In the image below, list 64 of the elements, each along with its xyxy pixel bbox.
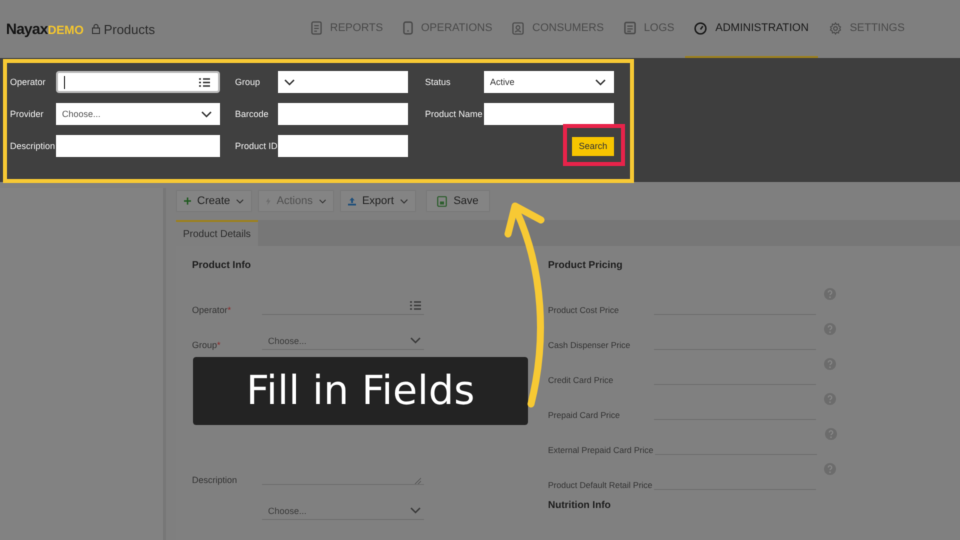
id-card-icon <box>512 22 524 34</box>
caret-icon <box>410 507 421 514</box>
section-heading: Product Info <box>192 260 252 273</box>
caret-icon <box>201 110 212 118</box>
field-label: Status <box>425 77 452 87</box>
dropdown-field[interactable]: Choose... <box>262 332 424 350</box>
input-field[interactable] <box>278 103 408 125</box>
caret-icon <box>410 337 421 344</box>
field-label: Product Name <box>425 109 484 119</box>
field-label: Product Cost Price <box>548 305 620 315</box>
field-label: Operator <box>10 77 47 87</box>
field-label: Group <box>235 77 262 87</box>
logo-text: Nayax <box>6 20 48 38</box>
help-icon[interactable] <box>824 358 836 370</box>
field-label: Description <box>192 475 238 485</box>
plus-icon <box>184 196 192 206</box>
resize-grip-icon <box>414 477 421 484</box>
dropdown-field[interactable] <box>278 71 408 93</box>
field-label: External Prepaid Card Price <box>548 445 654 455</box>
toolbar-button[interactable]: Create <box>176 190 252 212</box>
help-icon[interactable] <box>824 392 836 404</box>
tab[interactable]: Product Details <box>176 220 258 246</box>
field-label: Product Default Retail Price <box>548 480 652 490</box>
input-field[interactable] <box>278 135 408 157</box>
field-label: Prepaid Card Price <box>548 410 621 420</box>
help-icon[interactable] <box>824 462 836 474</box>
settings-icon <box>828 22 842 34</box>
field-label: Barcode <box>235 109 270 119</box>
toolbar-button[interactable]: Export <box>340 190 416 212</box>
list-icon <box>410 301 421 310</box>
document-icon <box>311 21 322 35</box>
help-icon[interactable] <box>825 428 838 440</box>
phone-icon <box>402 21 413 35</box>
input-field[interactable] <box>56 135 220 157</box>
logo-suffix-text: DEMO <box>48 22 84 36</box>
field-label: Cash Dispenser Price <box>548 340 632 350</box>
field-label: Group* <box>192 340 222 350</box>
toolbar-button[interactable]: Save <box>426 190 490 212</box>
highlight-box <box>563 124 625 166</box>
field-label: Product ID <box>235 141 278 151</box>
field-label: Credit Card Price <box>548 375 614 385</box>
dropdown-field[interactable]: Active <box>484 71 614 93</box>
help-icon[interactable] <box>824 322 836 334</box>
help-icon[interactable] <box>824 288 836 300</box>
section-heading: Nutrition Info <box>548 500 612 513</box>
field-label: Provider <box>10 109 45 119</box>
save-icon <box>437 196 448 206</box>
field-label: Description <box>10 141 56 151</box>
dropdown-field[interactable]: Choose... <box>56 103 220 125</box>
lock-icon <box>92 24 100 34</box>
search-button[interactable]: Search <box>572 136 614 156</box>
picker-field[interactable] <box>56 71 220 93</box>
callout-banner: Fill in Fields <box>193 357 528 425</box>
caret-icon <box>595 78 606 86</box>
section-heading: Product Pricing <box>548 260 624 273</box>
upload-icon <box>348 196 356 206</box>
dropdown-field[interactable]: Choose... <box>262 502 424 520</box>
list-icon <box>199 78 210 86</box>
list-document-icon <box>624 21 636 35</box>
gauge-icon <box>694 22 708 34</box>
input-field[interactable] <box>484 103 614 125</box>
caret-icon <box>284 78 295 86</box>
field-label: Operator* <box>192 305 232 315</box>
page-title: Products <box>104 22 156 36</box>
